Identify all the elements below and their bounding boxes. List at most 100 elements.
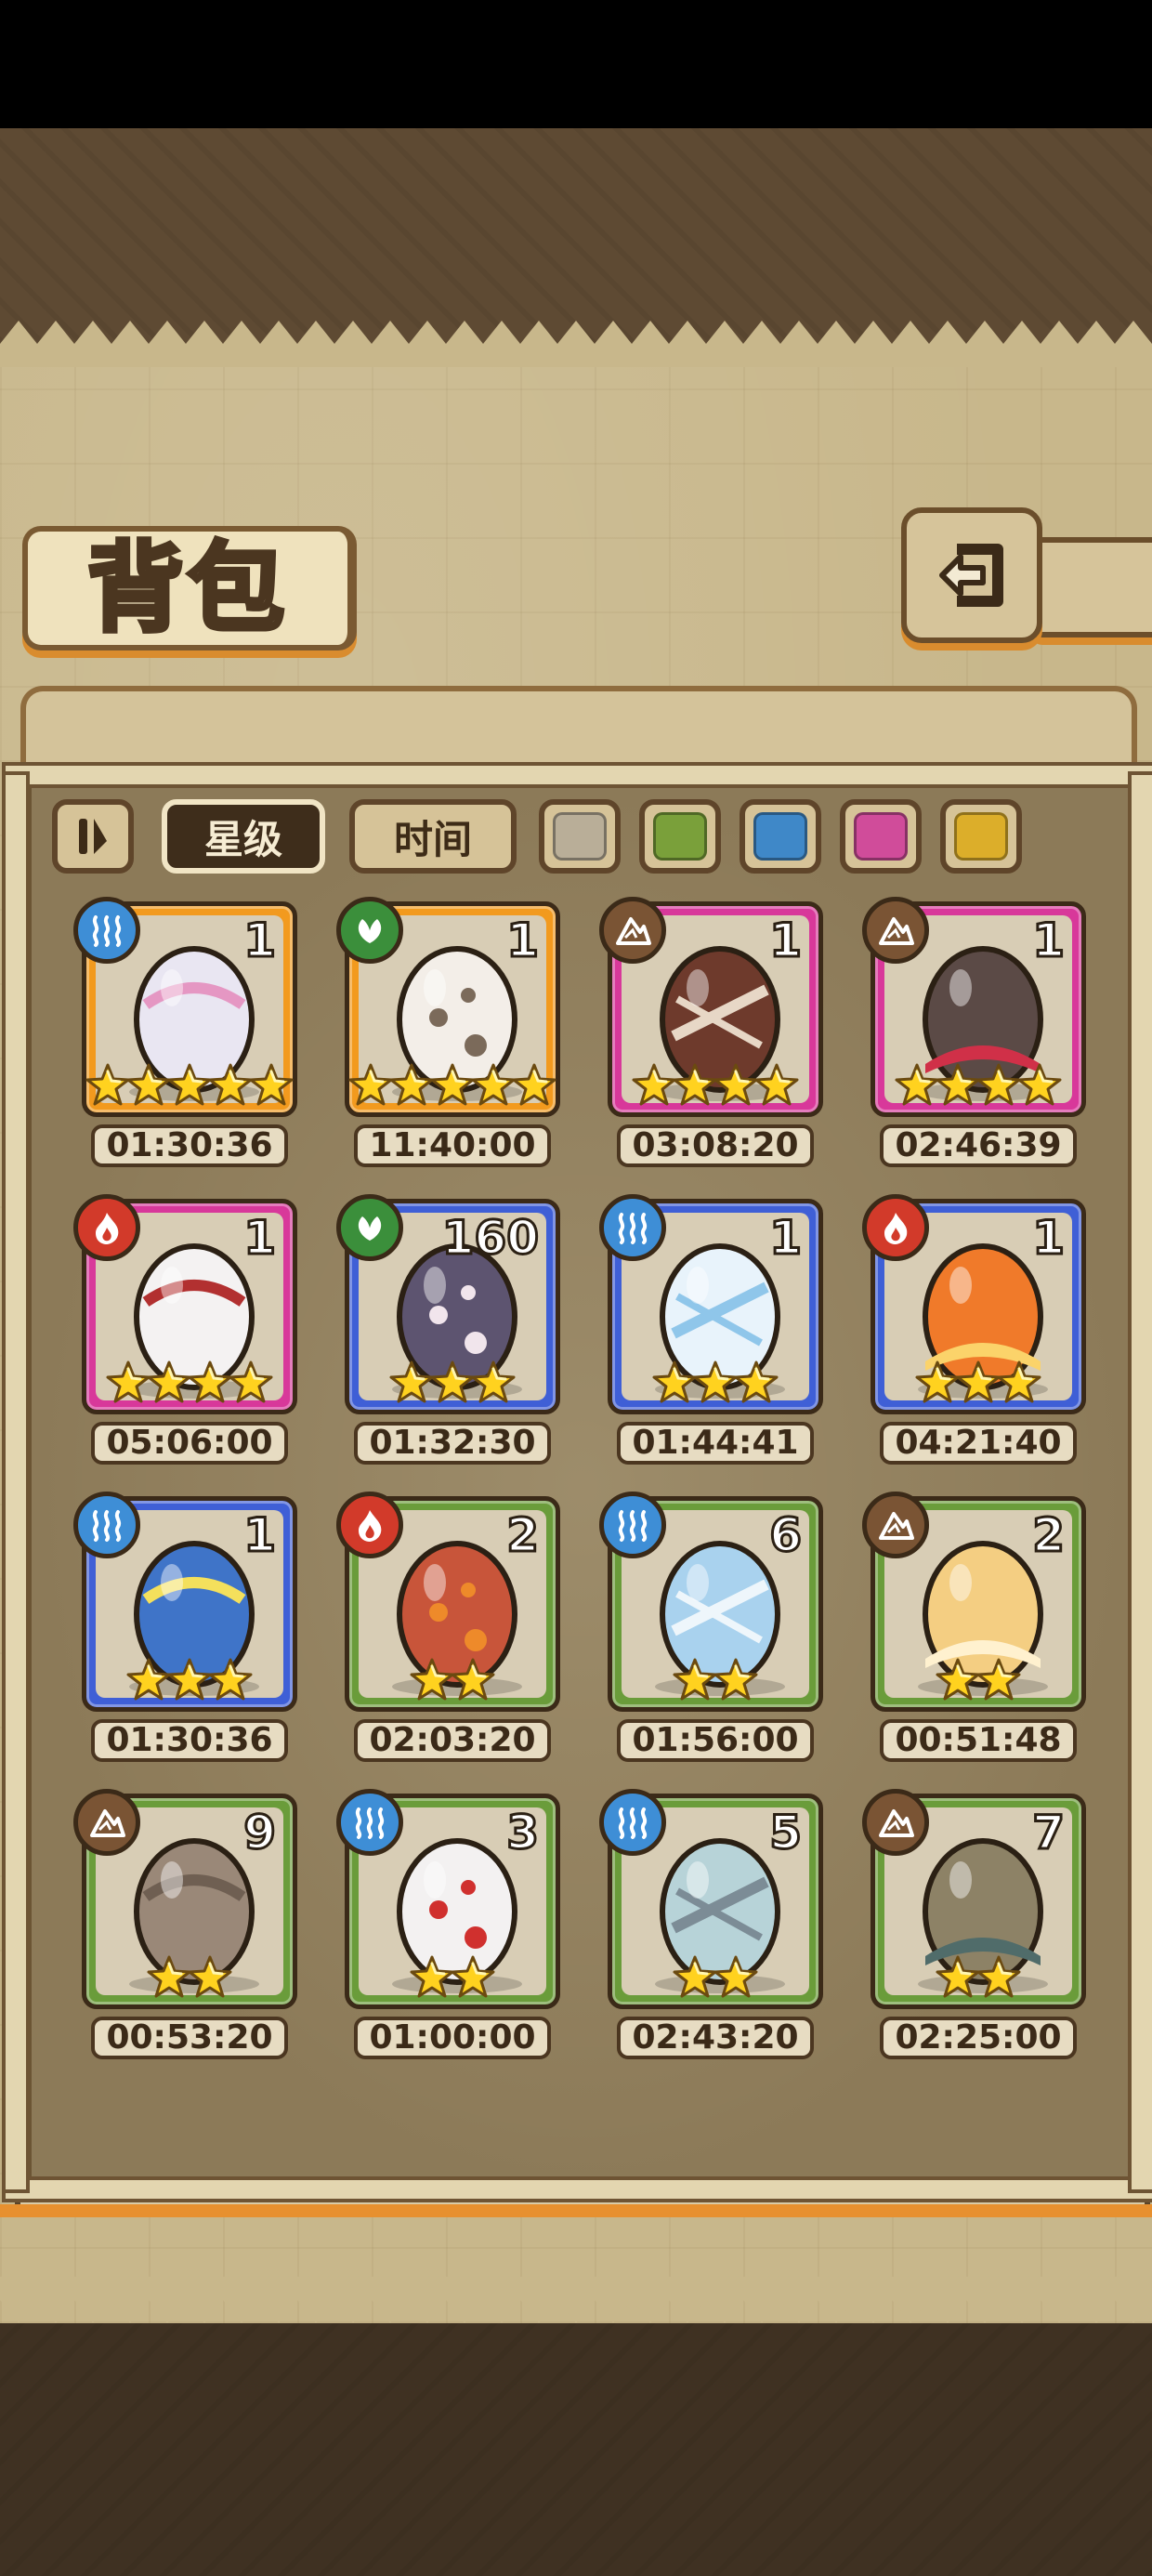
star-icon — [471, 1063, 516, 1106]
sort-order-toggle[interactable] — [52, 799, 134, 874]
fire-element-icon — [73, 1194, 140, 1261]
earth-element-icon — [73, 1789, 140, 1856]
egg-card[interactable]: 1 — [73, 1194, 297, 1414]
water-element-icon — [73, 1492, 140, 1558]
filter-pink-color — [854, 812, 908, 861]
egg-card[interactable]: 2 — [862, 1492, 1086, 1712]
egg-count: 2 — [505, 1508, 541, 1562]
star-icon — [229, 1360, 273, 1403]
star-icon — [348, 1063, 393, 1106]
star-icon — [976, 1063, 1021, 1106]
top-map-background — [0, 128, 1152, 344]
panel-left-rail — [2, 771, 30, 2193]
back-arrow-icon — [939, 544, 1003, 607]
star-icon — [1017, 1063, 1062, 1106]
egg-card[interactable]: 5 — [599, 1789, 823, 2009]
egg-card[interactable]: 7 — [862, 1789, 1086, 2009]
egg-card[interactable]: 160 — [336, 1194, 560, 1414]
hatch-timer: 01:44:41 — [617, 1422, 814, 1465]
egg-card[interactable]: 1 — [73, 1492, 297, 1712]
hatch-timer: 02:43:20 — [617, 2017, 814, 2059]
star-icon — [713, 1658, 758, 1701]
star-rating — [85, 1062, 294, 1109]
tab-time[interactable]: 时间 — [349, 799, 517, 874]
egg-count: 1 — [242, 1508, 278, 1562]
egg-card[interactable]: 1 — [599, 1194, 823, 1414]
star-icon — [147, 1955, 191, 1998]
egg-count: 1 — [1031, 1211, 1067, 1265]
egg-card[interactable]: 1 — [73, 897, 297, 1117]
panel-top-rail — [2, 762, 1152, 788]
star-icon — [754, 1063, 799, 1106]
egg-count: 9 — [242, 1806, 278, 1860]
star-icon — [249, 1063, 294, 1106]
egg-count: 7 — [1031, 1806, 1067, 1860]
hatch-timer: 02:03:20 — [354, 1719, 551, 1762]
fire-element-icon — [862, 1194, 929, 1261]
hatch-timer: 04:21:40 — [880, 1422, 1077, 1465]
water-element-icon — [599, 1789, 666, 1856]
tab-star-rank[interactable]: 星级 — [162, 799, 325, 874]
egg-card[interactable]: 1 — [336, 897, 560, 1117]
hatch-timer: 01:30:36 — [91, 1719, 288, 1762]
egg-card[interactable]: 1 — [599, 897, 823, 1117]
star-icon — [693, 1360, 738, 1403]
star-rating — [612, 1360, 818, 1406]
star-rating — [612, 1657, 818, 1703]
filter-yellow-color — [954, 812, 1008, 861]
star-rating — [86, 1657, 293, 1703]
earth-element-icon — [862, 1492, 929, 1558]
star-icon — [915, 1360, 960, 1403]
egg-card[interactable]: 6 — [599, 1492, 823, 1712]
plant-element-icon — [336, 1194, 403, 1261]
filter-gray[interactable] — [539, 799, 621, 874]
star-icon — [713, 1955, 758, 1998]
egg-count: 1 — [768, 913, 804, 967]
egg-card[interactable]: 9 — [73, 1789, 297, 2009]
star-rating — [86, 1954, 293, 2001]
egg-card[interactable]: 1 — [862, 1194, 1086, 1414]
back-button[interactable] — [901, 507, 1042, 643]
egg-card[interactable]: 2 — [336, 1492, 560, 1712]
star-icon — [430, 1063, 475, 1106]
star-icon — [430, 1360, 475, 1403]
star-icon — [632, 1063, 676, 1106]
earth-element-icon — [862, 897, 929, 964]
filter-pink[interactable] — [840, 799, 922, 874]
star-icon — [208, 1658, 253, 1701]
star-icon — [713, 1063, 758, 1106]
star-rating — [612, 1062, 818, 1109]
egg-count: 1 — [768, 1211, 804, 1265]
egg-card[interactable]: 1 — [862, 897, 1086, 1117]
star-rating — [349, 1360, 556, 1406]
star-icon — [208, 1063, 253, 1106]
star-icon — [673, 1955, 717, 1998]
star-icon — [167, 1658, 212, 1701]
star-rating — [86, 1360, 293, 1406]
status-bar — [0, 0, 1152, 128]
egg-card[interactable]: 3 — [336, 1789, 560, 2009]
page-title: 背包 — [85, 531, 288, 645]
title-banner: 背包 — [22, 526, 357, 651]
back-button-bar — [1031, 537, 1152, 637]
star-icon — [997, 1360, 1041, 1403]
star-icon — [126, 1063, 171, 1106]
hatch-timer: 05:06:00 — [91, 1422, 288, 1465]
star-icon — [167, 1063, 212, 1106]
star-icon — [956, 1360, 1001, 1403]
hatch-timer: 11:40:00 — [354, 1124, 551, 1167]
egg-count: 1 — [242, 1211, 278, 1265]
filter-yellow[interactable] — [940, 799, 1022, 874]
star-icon — [451, 1658, 495, 1701]
filter-green[interactable] — [639, 799, 721, 874]
plant-element-icon — [336, 897, 403, 964]
sub-header-bar — [20, 686, 1137, 766]
star-rating — [875, 1954, 1081, 2001]
filter-blue[interactable] — [740, 799, 821, 874]
star-icon — [451, 1955, 495, 1998]
filter-blue-color — [753, 812, 807, 861]
egg-count: 160 — [440, 1211, 540, 1265]
star-icon — [512, 1063, 556, 1106]
egg-count: 3 — [505, 1806, 541, 1860]
water-element-icon — [599, 1492, 666, 1558]
